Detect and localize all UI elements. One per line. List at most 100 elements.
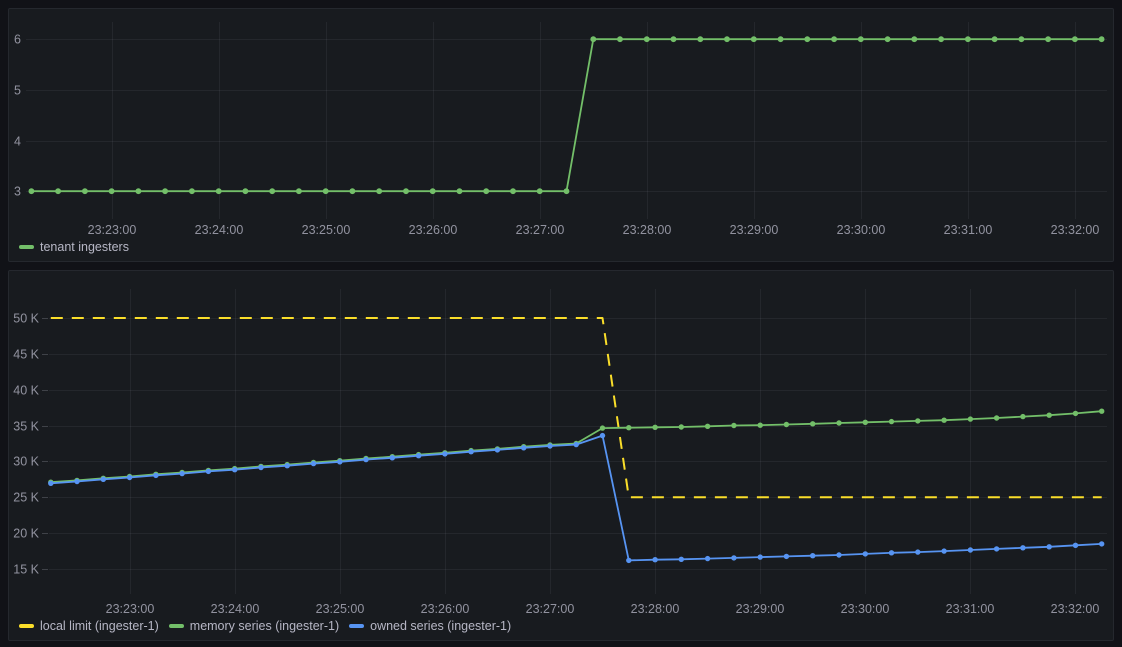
legend-item-local-limit-ingester-1[interactable]: local limit (ingester-1) [19,618,159,634]
data-point [547,443,552,448]
data-point [311,461,316,466]
legend-swatch-icon [19,624,34,628]
data-point [731,423,736,428]
legend-label: local limit (ingester-1) [40,618,159,634]
data-point [74,479,79,484]
x-tick-label: 23:31:00 [944,223,993,237]
data-point [495,447,500,452]
legend-tenant-ingesters: tenant ingesters [19,239,129,255]
data-point [784,554,789,559]
data-point [994,546,999,551]
data-point [376,188,382,194]
data-point [778,36,784,42]
data-point [804,36,810,42]
data-point [1020,545,1025,550]
data-point [652,425,657,430]
data-point [390,455,395,460]
data-point [626,558,631,563]
data-point [889,550,894,555]
data-point [179,471,184,476]
data-point [915,549,920,554]
y-tick-label: 6 [14,33,21,47]
x-tick-label: 23:32:00 [1051,602,1100,616]
x-tick-label: 23:30:00 [837,223,886,237]
data-point [337,459,342,464]
data-point [600,433,605,438]
data-point [1019,36,1025,42]
x-tick-label: 23:32:00 [1051,223,1100,237]
legend-label: owned series (ingester-1) [370,618,511,634]
x-tick-label: 23:27:00 [526,602,575,616]
data-point [836,420,841,425]
data-point [1047,413,1052,418]
y-tick-label: 35 K [13,420,39,434]
data-point [697,36,703,42]
data-point [724,36,730,42]
data-point [153,473,158,478]
data-point [101,477,106,482]
data-point [363,457,368,462]
y-tick-label: 40 K [13,384,39,398]
data-point [968,416,973,421]
data-point [48,481,53,486]
data-point [992,36,998,42]
panel-tenant-ingesters: 23:23:0023:24:0023:25:0023:26:0023:27:00… [8,8,1114,262]
data-point [1020,414,1025,419]
legend-ingester-series-limits: local limit (ingester-1) memory series (i… [19,618,511,634]
data-point [705,424,710,429]
x-axis: 23:23:0023:24:0023:25:0023:26:0023:27:00… [106,602,1100,616]
data-point [784,422,789,427]
data-point [705,556,710,561]
data-point [1045,36,1051,42]
x-tick-label: 23:24:00 [211,602,260,616]
data-point [109,188,115,194]
data-point [858,36,864,42]
data-point [430,188,436,194]
data-point [758,554,763,559]
data-point [831,36,837,42]
panel-ingester-series-limits: 23:23:0023:24:0023:25:0023:26:0023:27:00… [8,270,1114,641]
legend-swatch-icon [349,624,364,628]
x-tick-label: 23:23:00 [106,602,155,616]
data-point [810,421,815,426]
series-line-tenant-ingesters [31,39,1101,191]
data-point [863,551,868,556]
chart-tenant-ingesters[interactable]: 23:23:0023:24:0023:25:0023:26:0023:27:00… [9,9,1113,261]
legend-item-memory-series-ingester-1[interactable]: memory series (ingester-1) [169,618,339,634]
data-point [350,188,356,194]
y-tick-label: 45 K [13,348,39,362]
legend-item-tenant-ingesters[interactable]: tenant ingesters [19,239,129,255]
y-axis: 15 K20 K25 K30 K35 K40 K45 K50 K [13,312,48,577]
legend-swatch-icon [169,624,184,628]
data-point [889,419,894,424]
x-tick-label: 23:23:00 [88,223,137,237]
data-point [679,424,684,429]
x-tick-label: 23:29:00 [730,223,779,237]
data-point [483,188,489,194]
y-tick-label: 30 K [13,455,39,469]
legend-label: tenant ingesters [40,239,129,255]
data-point [510,188,516,194]
y-tick-label: 4 [14,135,21,149]
data-point [885,36,891,42]
data-point [1099,409,1104,414]
legend-label: memory series (ingester-1) [190,618,339,634]
x-tick-label: 23:26:00 [409,223,458,237]
x-tick-label: 23:25:00 [316,602,365,616]
data-point [285,463,290,468]
data-point [994,415,999,420]
x-tick-label: 23:28:00 [631,602,680,616]
y-tick-label: 25 K [13,491,39,505]
chart-ingester-series-limits[interactable]: 23:23:0023:24:0023:25:0023:26:0023:27:00… [9,271,1113,640]
data-point [1099,541,1104,546]
data-point [863,420,868,425]
data-point [537,188,543,194]
data-point [600,425,605,430]
y-tick-label: 20 K [13,527,39,541]
data-point [457,188,463,194]
x-tick-label: 23:25:00 [302,223,351,237]
data-point [938,36,944,42]
data-point [216,188,222,194]
data-point [626,425,631,430]
legend-item-owned-series-ingester-1[interactable]: owned series (ingester-1) [349,618,511,634]
